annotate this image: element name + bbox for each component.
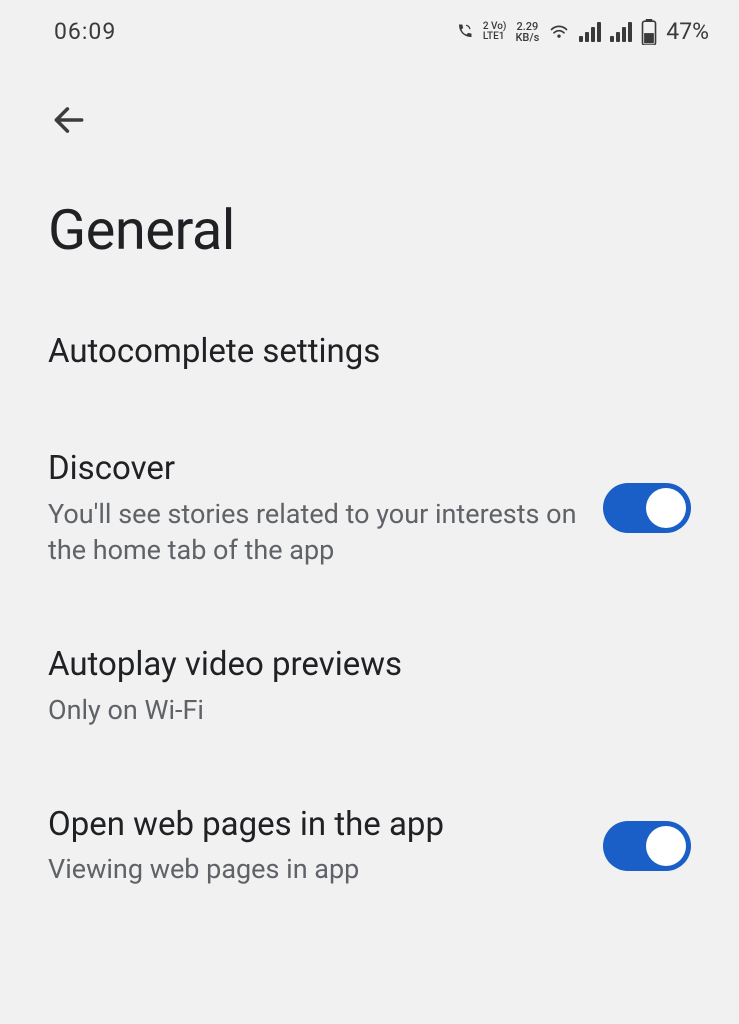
wifi-icon — [548, 22, 570, 42]
page-title: General — [48, 163, 691, 293]
setting-discover[interactable]: Discover You'll see stories related to y… — [48, 410, 691, 606]
setting-title: Autocomplete settings — [48, 331, 691, 372]
toggle-knob — [646, 826, 686, 866]
battery-icon — [641, 19, 657, 45]
toggle-knob — [646, 488, 686, 528]
back-arrow-icon[interactable] — [50, 124, 88, 143]
battery-percentage: 47% — [666, 18, 709, 45]
signal-icon-2 — [610, 22, 632, 42]
setting-open-web[interactable]: Open web pages in the app Viewing web pa… — [48, 766, 691, 926]
status-right: 2 Vo) LTE1 2.29 KB/s 47% — [454, 18, 709, 45]
setting-autoplay[interactable]: Autoplay video previews Only on Wi-Fi — [48, 606, 691, 766]
signal-icon-1 — [579, 22, 601, 42]
status-time: 06:09 — [54, 18, 116, 45]
call-volte-icon — [454, 22, 474, 42]
data-rate: 2.29 KB/s — [515, 21, 539, 43]
setting-subtitle: You'll see stories related to your inter… — [48, 496, 583, 569]
setting-title: Open web pages in the app — [48, 804, 583, 845]
open-web-toggle[interactable] — [603, 821, 691, 871]
lte-indicator: 2 Vo) LTE1 — [483, 22, 507, 42]
setting-title: Discover — [48, 448, 583, 489]
setting-autocomplete[interactable]: Autocomplete settings — [48, 293, 691, 410]
discover-toggle[interactable] — [603, 483, 691, 533]
setting-subtitle: Viewing web pages in app — [48, 851, 583, 887]
setting-title: Autoplay video previews — [48, 644, 691, 685]
status-bar: 06:09 2 Vo) LTE1 2.29 KB/s — [0, 0, 739, 61]
setting-subtitle: Only on Wi-Fi — [48, 692, 691, 728]
